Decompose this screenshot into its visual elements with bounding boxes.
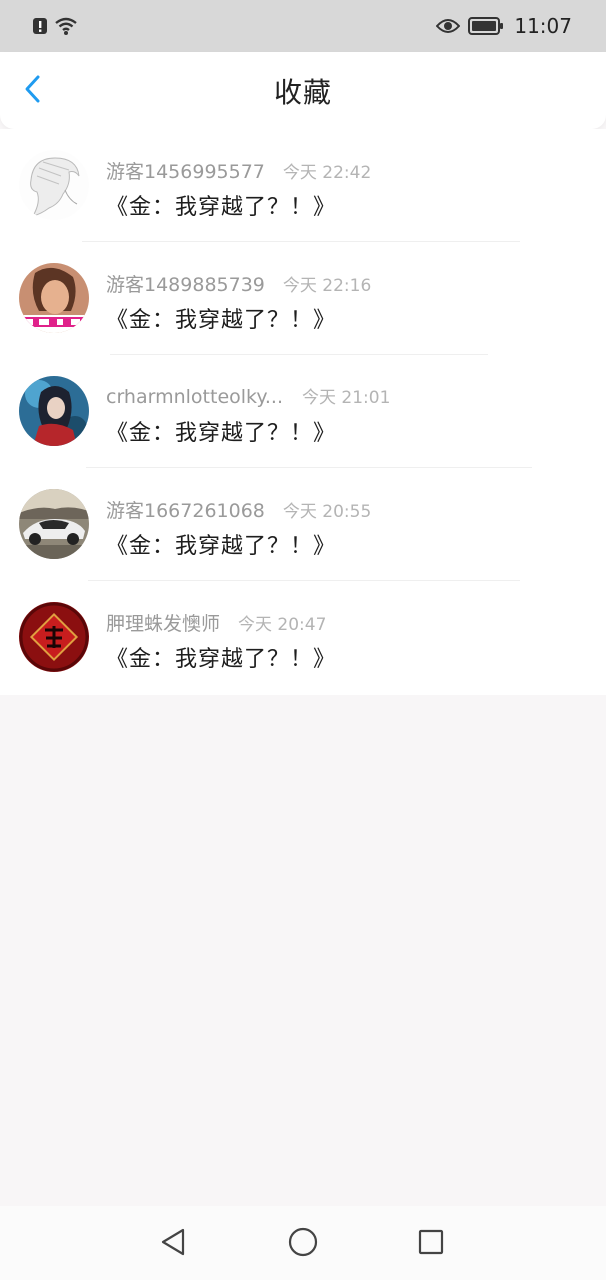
- favorites-list: 游客1456995577 今天 22:42 《金：我穿越了？！》 游客14898…: [0, 129, 606, 695]
- username: 游客1667261068: [106, 500, 265, 522]
- system-back-button[interactable]: [157, 1228, 189, 1260]
- alert-icon: [32, 17, 48, 35]
- system-home-button[interactable]: [287, 1227, 319, 1261]
- avatar: [19, 150, 89, 220]
- home-circle-icon: [288, 1227, 318, 1261]
- status-time: 11:07: [514, 14, 572, 38]
- favorite-title: 《金：我穿越了？！》: [106, 534, 337, 559]
- avatar: [19, 602, 89, 672]
- page-title: 收藏: [273, 75, 332, 109]
- item-meta: crharmnlotteolky... 今天 21:01: [106, 383, 390, 408]
- system-recents-button[interactable]: [415, 1228, 447, 1260]
- app-bar: 收藏: [0, 52, 606, 129]
- recents-square-icon: [417, 1228, 445, 1260]
- timestamp: 今天 22:16: [282, 276, 372, 296]
- eye-icon: [436, 18, 461, 34]
- avatar: [19, 376, 89, 446]
- battery-icon: [468, 17, 504, 35]
- list-item[interactable]: crharmnlotteolky... 今天 21:01 《金：我穿越了？！》: [0, 355, 606, 468]
- favorite-title: 《金：我穿越了？！》: [106, 195, 337, 220]
- list-item[interactable]: 胛理蛛发懊师 今天 20:47 《金：我穿越了？！》: [0, 581, 606, 694]
- username: 游客1489885739: [106, 274, 265, 296]
- status-right: 11:07: [428, 14, 572, 38]
- timestamp: 今天 20:47: [238, 615, 327, 635]
- username: 胛理蛛发懊师: [106, 613, 221, 635]
- item-meta: 游客1489885739 今天 22:16: [106, 270, 371, 297]
- system-navigation-bar: [0, 1206, 606, 1280]
- list-item[interactable]: 游客1489885739 今天 22:16 《金：我穿越了？！》: [0, 242, 606, 355]
- avatar: [19, 263, 89, 333]
- timestamp: 今天 20:55: [282, 502, 372, 522]
- avatar: [19, 489, 89, 559]
- username: crharmnlotteolky...: [106, 386, 284, 408]
- wifi-icon: [54, 16, 78, 36]
- favorite-title: 《金：我穿越了？！》: [106, 421, 337, 446]
- status-left: [32, 16, 84, 36]
- timestamp: 今天 21:01: [302, 388, 391, 408]
- chevron-left-icon: [24, 74, 42, 108]
- item-meta: 游客1456995577 今天 22:42: [106, 157, 371, 184]
- item-meta: 游客1667261068 今天 20:55: [106, 496, 371, 523]
- favorite-title: 《金：我穿越了？！》: [106, 647, 337, 672]
- status-bar: 11:07: [0, 0, 606, 52]
- back-triangle-icon: [159, 1227, 187, 1261]
- username: 游客1456995577: [106, 161, 265, 183]
- back-button[interactable]: [18, 74, 48, 108]
- favorite-title: 《金：我穿越了？！》: [106, 308, 337, 333]
- timestamp: 今天 22:42: [282, 163, 372, 183]
- item-meta: 胛理蛛发懊师 今天 20:47: [106, 609, 326, 636]
- list-item[interactable]: 游客1667261068 今天 20:55 《金：我穿越了？！》: [0, 468, 606, 581]
- list-item[interactable]: 游客1456995577 今天 22:42 《金：我穿越了？！》: [0, 129, 606, 242]
